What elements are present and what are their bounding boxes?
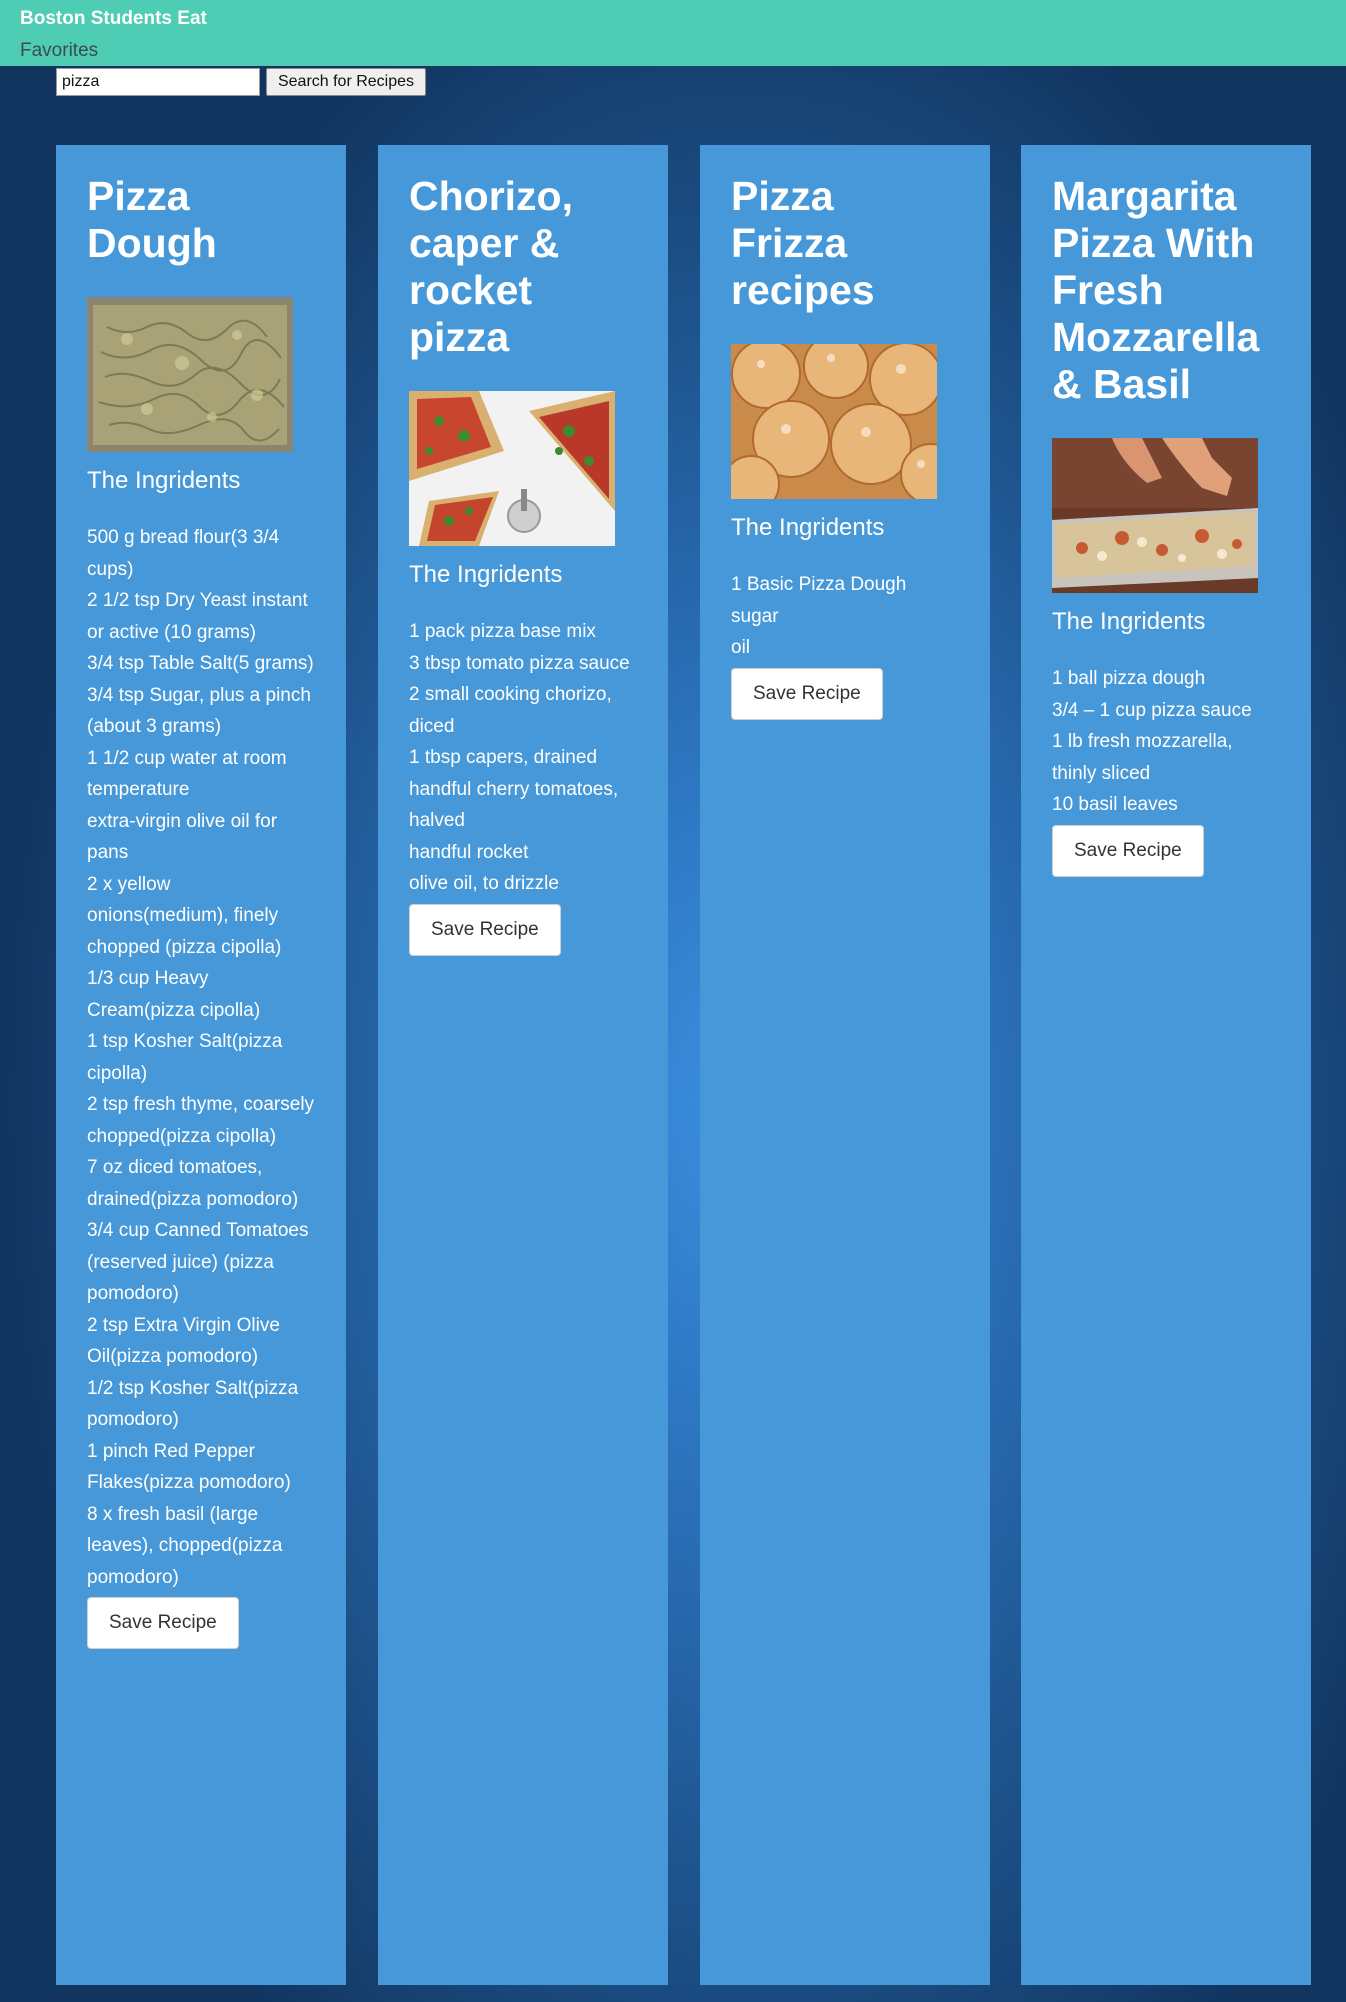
ingredient-item: 7 oz diced tomatoes, drained(pizza pomod… bbox=[87, 1157, 299, 1210]
ingredient-item: 10 basil leaves bbox=[1052, 794, 1178, 815]
ingredients-heading: The Ingridents bbox=[87, 467, 241, 494]
ingredient-item: 2 small cooking chorizo, diced bbox=[409, 684, 612, 737]
save-recipe-button[interactable]: Save Recipe bbox=[409, 903, 561, 956]
ingredient-item: 3/4 tsp Table Salt(5 grams) bbox=[87, 653, 314, 674]
recipe-image bbox=[731, 344, 937, 499]
search-input[interactable] bbox=[56, 68, 260, 96]
ingredients-heading: The Ingridents bbox=[409, 561, 563, 588]
ingredient-list: 1 pack pizza base mix 3 tbsp tomato pizz… bbox=[409, 616, 637, 900]
ingredients-heading: The Ingridents bbox=[731, 514, 885, 541]
save-recipe-button[interactable]: Save Recipe bbox=[87, 1597, 239, 1649]
ingredient-item: 1/3 cup Heavy Cream(pizza cipolla) bbox=[87, 968, 261, 1021]
ingredient-item: 1 pack pizza base mix bbox=[409, 621, 596, 642]
ingredient-item: handful rocket bbox=[409, 841, 529, 863]
recipe-card: Pizza Frizza recipes The Ingridents 1 Ba… bbox=[700, 145, 990, 1985]
search-recipes-button[interactable]: Search for Recipes bbox=[266, 68, 426, 96]
ingredient-item: 1 tbsp capers, drained bbox=[409, 747, 598, 768]
favorites-link[interactable]: Favorites bbox=[20, 40, 98, 62]
recipe-image bbox=[1052, 438, 1258, 593]
save-recipe-button[interactable]: Save Recipe bbox=[1052, 824, 1204, 877]
ingredient-item: olive oil, to drizzle bbox=[409, 873, 559, 894]
recipe-title: Pizza Frizza recipes bbox=[731, 173, 875, 313]
ingredient-item: 500 g bread flour(3 3/4 cups) bbox=[87, 527, 280, 580]
ingredient-item: 3 tbsp tomato pizza sauce bbox=[409, 652, 630, 674]
recipe-image bbox=[409, 391, 615, 546]
ingredient-item: 2 x yellow onions(medium), finely choppe… bbox=[87, 873, 282, 958]
ingredient-item: 3/4 – 1 cup pizza sauce bbox=[1052, 699, 1252, 721]
ingredient-list: 1 Basic Pizza Dough sugar oil bbox=[731, 569, 959, 664]
ingredient-item: 1 pinch Red Pepper Flakes(pizza pomodoro… bbox=[87, 1440, 291, 1494]
recipe-card: Margarita Pizza With Fresh Mozzarella & … bbox=[1021, 145, 1311, 1985]
recipe-title: Margarita Pizza With Fresh Mozzarella & … bbox=[1052, 173, 1260, 407]
ingredient-item: 8 x fresh basil (large leaves), chopped(… bbox=[87, 1503, 283, 1588]
ingredient-item: handful cherry tomatoes, halved bbox=[409, 778, 619, 832]
ingredient-item: 1 lb fresh mozzarella, thinly sliced bbox=[1052, 731, 1233, 784]
ingredient-item: 2 1/2 tsp Dry Yeast instant or active (1… bbox=[87, 590, 308, 643]
ingredient-item: oil bbox=[731, 637, 751, 658]
ingredient-list: 500 g bread flour(3 3/4 cups) 2 1/2 tsp … bbox=[87, 522, 315, 1593]
ingredient-item: 1 1/2 cup water at room temperature bbox=[87, 747, 287, 801]
ingredient-item: 2 tsp fresh thyme, coarsely chopped(pizz… bbox=[87, 1094, 315, 1147]
ingredient-item: 1 ball pizza dough bbox=[1052, 668, 1206, 689]
navbar: Boston Students Eat Favorites bbox=[0, 0, 1346, 66]
recipe-card: Pizza Dough The Ingridents 500 g bread f… bbox=[56, 145, 346, 1985]
save-recipe-button[interactable]: Save Recipe bbox=[731, 667, 883, 720]
ingredient-item: 1 Basic Pizza Dough bbox=[731, 574, 907, 595]
ingredient-item: 2 tsp Extra Virgin Olive Oil(pizza pomod… bbox=[87, 1314, 280, 1368]
recipe-image bbox=[87, 297, 293, 452]
ingredient-item: sugar bbox=[731, 605, 779, 627]
ingredient-item: extra-virgin olive oil for pans bbox=[87, 810, 278, 864]
ingredient-item: 1/2 tsp Kosher Salt(pizza pomodoro) bbox=[87, 1377, 299, 1431]
ingredient-list: 1 ball pizza dough 3/4 – 1 cup pizza sau… bbox=[1052, 663, 1280, 821]
recipe-card: Chorizo, caper & rocket pizza The Ingrid… bbox=[378, 145, 668, 1985]
ingredient-item: 1 tsp Kosher Salt(pizza cipolla) bbox=[87, 1031, 283, 1084]
recipe-title: Chorizo, caper & rocket pizza bbox=[409, 173, 573, 360]
ingredient-item: 3/4 cup Canned Tomatoes (reserved juice)… bbox=[87, 1220, 309, 1304]
brand-link[interactable]: Boston Students Eat bbox=[20, 8, 207, 30]
recipe-title: Pizza Dough bbox=[87, 173, 217, 266]
ingredient-item: 3/4 tsp Sugar, plus a pinch (about 3 gra… bbox=[87, 684, 311, 738]
ingredients-heading: The Ingridents bbox=[1052, 608, 1206, 635]
